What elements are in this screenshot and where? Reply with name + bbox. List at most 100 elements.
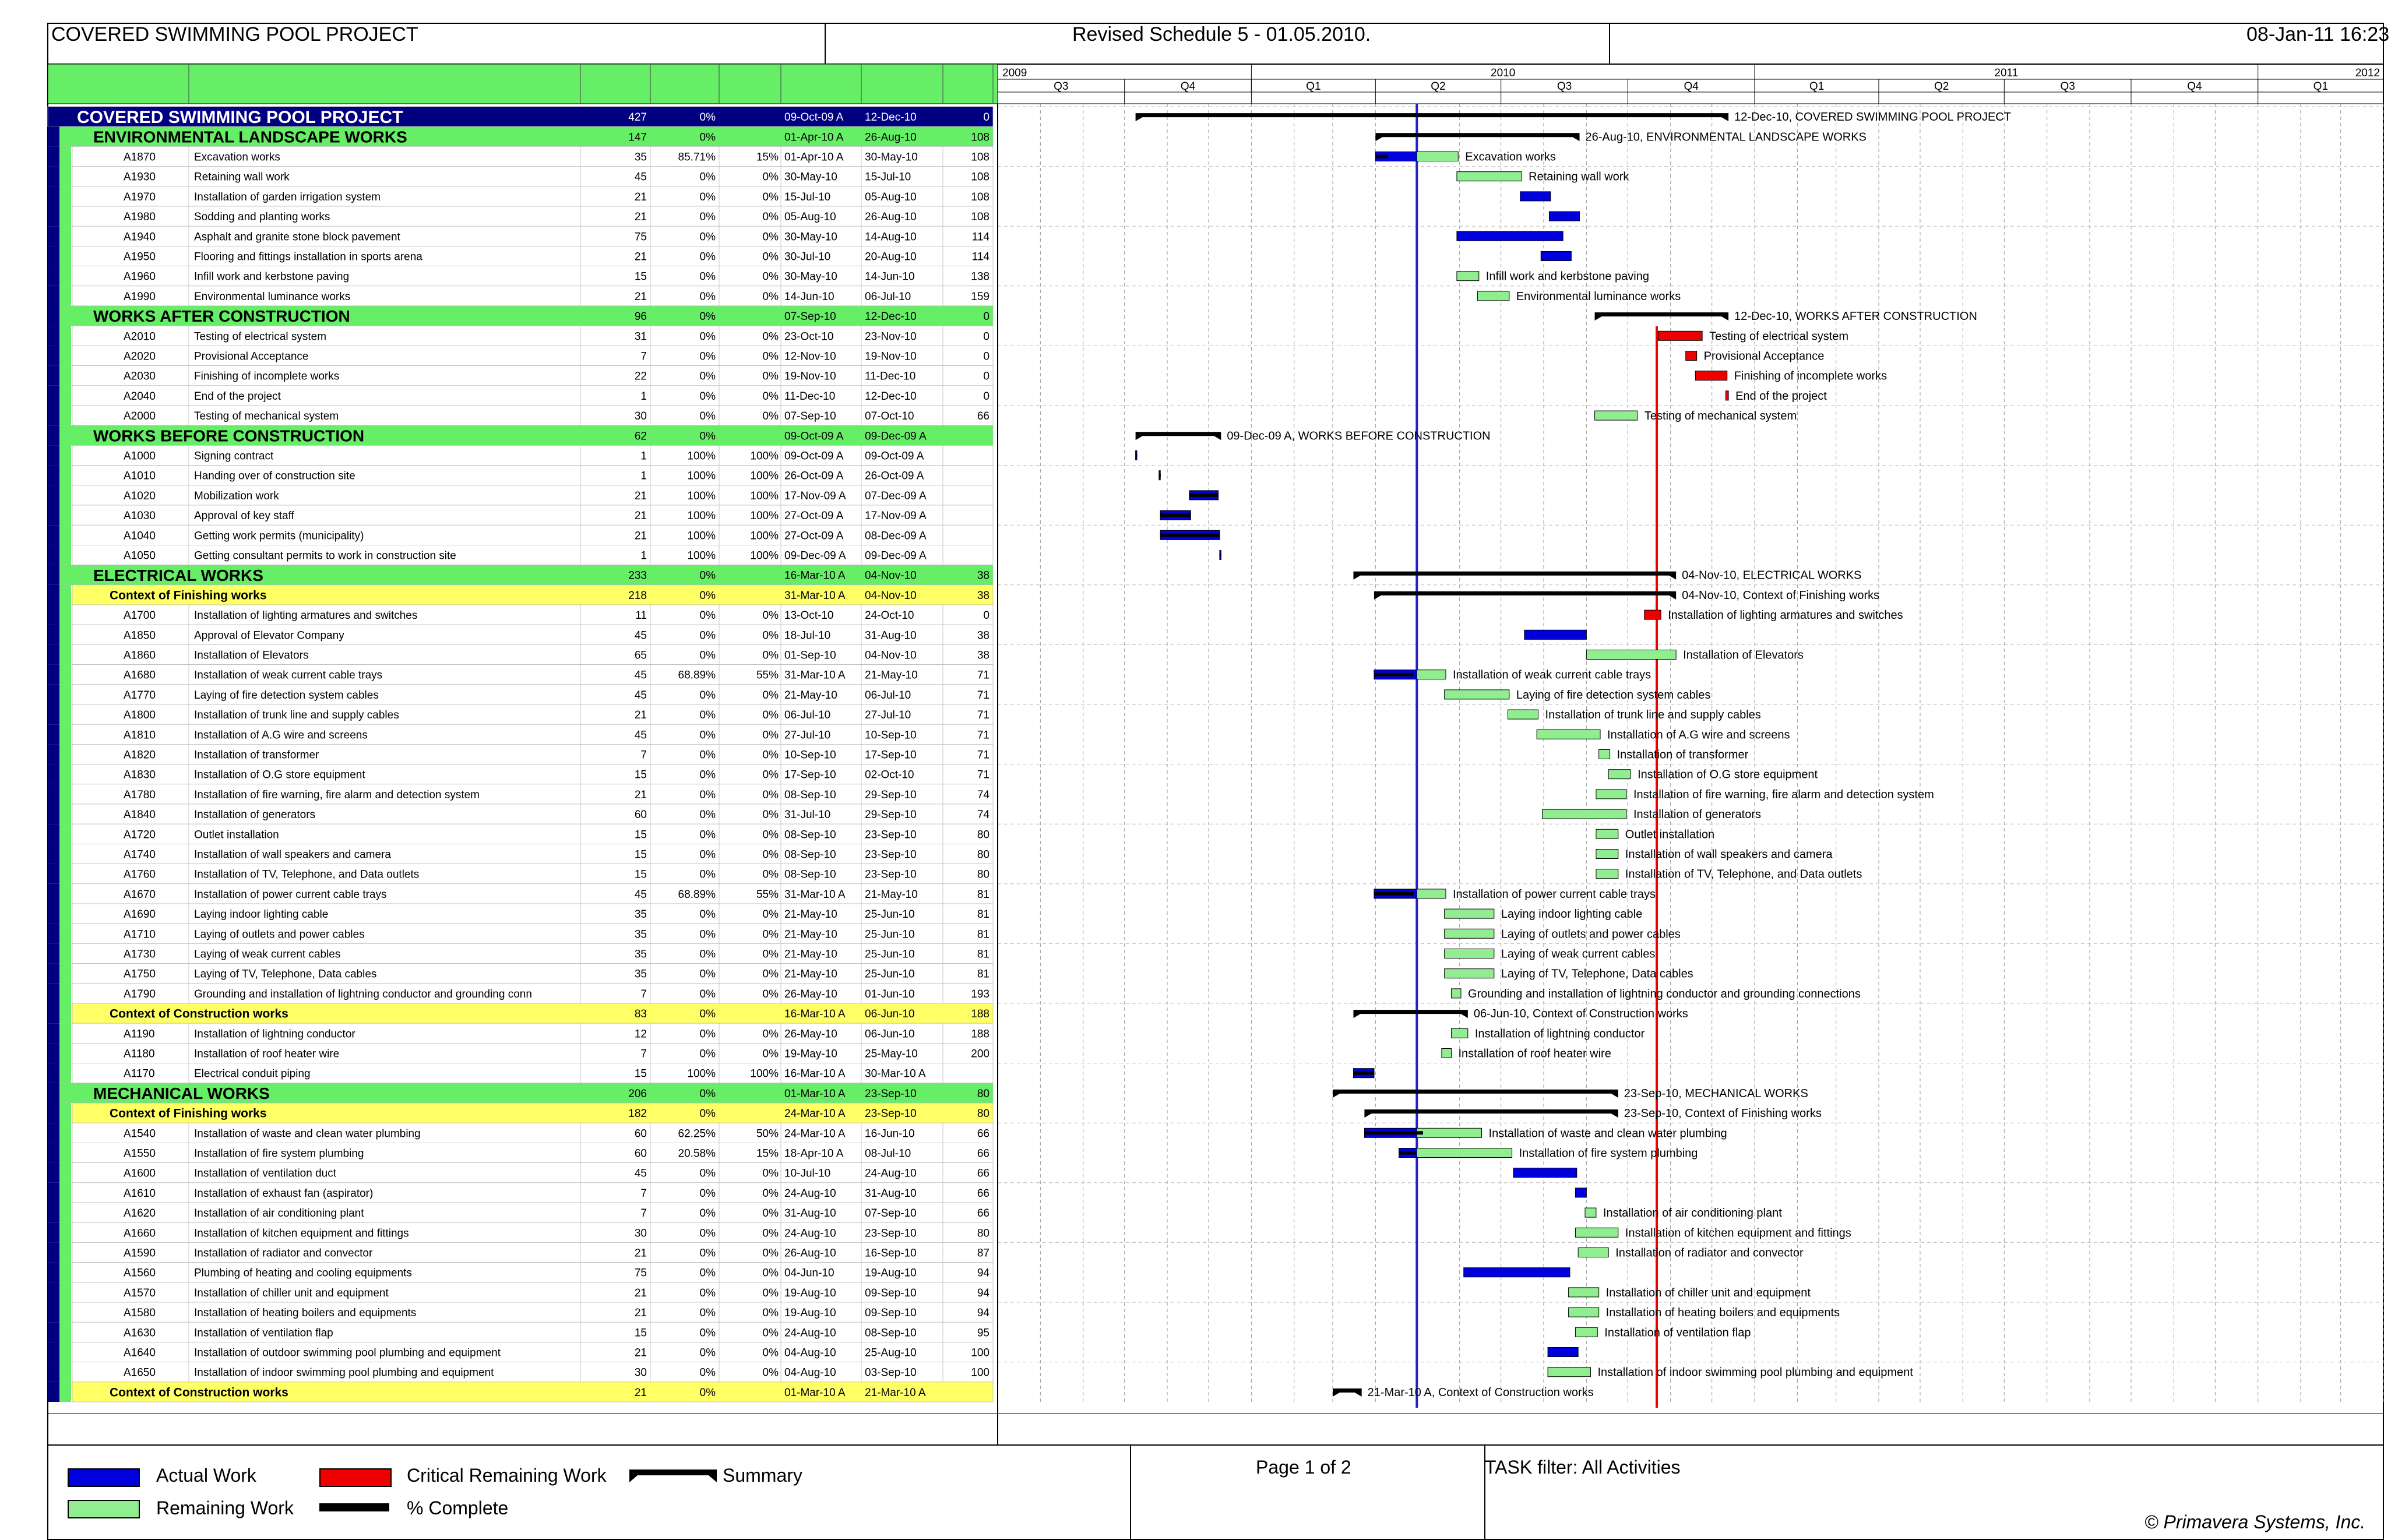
remaining-work-bar (1444, 689, 1510, 700)
activity-name: Installation of power current cable tray… (194, 889, 387, 901)
hierarchy-band (59, 764, 71, 784)
remaining-work-bar (1416, 669, 1446, 680)
bar-label: Laying of TV, Telephone, Data cables (1501, 968, 1693, 981)
activity-id: A1660 (124, 1227, 156, 1239)
hierarchy-band (59, 704, 71, 725)
remaining-work-bar (1477, 291, 1510, 301)
activity-id: A2030 (124, 371, 156, 383)
start-date: 19-Aug-10 (784, 1287, 836, 1299)
actual-work-bar (1375, 151, 1417, 161)
activity-name: Retaining wall work (194, 171, 290, 184)
hierarchy-band (59, 724, 71, 745)
schedule-pct-complete: 0% (700, 949, 716, 961)
finish-date: 24-Oct-10 (865, 609, 914, 622)
hierarchy-band (59, 1222, 71, 1243)
original-duration: 1 (640, 450, 647, 463)
start-date: 04-Jun-10 (784, 1267, 834, 1280)
critical-remaining-bar (1685, 351, 1698, 361)
activity-name: Approval of key staff (194, 510, 295, 522)
start-date: 24-Aug-10 (784, 1187, 836, 1200)
summary-bar-label: 23-Sep-10, MECHANICAL WORKS (1624, 1087, 1808, 1100)
table-row (59, 305, 994, 326)
original-duration: 45 (635, 689, 647, 702)
hierarchy-band (59, 465, 71, 485)
original-duration: 7 (640, 351, 647, 363)
hierarchy-band (48, 1003, 59, 1024)
remaining-work-bar (1444, 908, 1495, 919)
summary-bar (1374, 591, 1677, 600)
hierarchy-band (48, 883, 59, 904)
table-row (72, 704, 994, 725)
finish-date: 24-Aug-10 (865, 1168, 917, 1180)
summary-bar (1332, 1388, 1362, 1397)
legend-label-actual: Actual Work (156, 1465, 256, 1486)
original-duration: 45 (635, 669, 647, 682)
schedule-pct-complete: 0% (700, 1108, 716, 1120)
activity-pct-complete: 0% (763, 908, 779, 921)
total-float: 80 (977, 869, 989, 881)
schedule-pct-complete: 0% (700, 291, 716, 303)
summary-bar-label: 06-Jun-10, Context of Construction works (1474, 1007, 1688, 1020)
total-float: 66 (977, 1187, 989, 1200)
original-duration: 75 (635, 231, 647, 243)
hierarchy-band (59, 1302, 71, 1323)
hierarchy-band (59, 904, 71, 924)
total-float: 74 (977, 809, 990, 821)
summary-bar (1332, 1089, 1618, 1098)
bar-label: Installation of transformer (1617, 749, 1749, 762)
hierarchy-band (59, 963, 71, 984)
hierarchy-band (48, 266, 59, 286)
activity-name: Installation of Elevators (194, 650, 308, 662)
quarter-label: Q3 (1557, 80, 1572, 93)
start-date: 31-Jul-10 (784, 809, 830, 821)
activity-name: Installation of lighting armatures and s… (194, 609, 417, 622)
activity-name: MECHANICAL WORKS (93, 1084, 270, 1102)
table-row (72, 465, 994, 486)
original-duration: 45 (635, 889, 647, 901)
finish-date: 26-Aug-10 (865, 211, 917, 223)
original-duration: 233 (628, 570, 647, 582)
total-float: 66 (977, 1127, 989, 1140)
original-duration: 147 (628, 131, 647, 143)
table-row (72, 823, 994, 844)
finish-date: 14-Aug-10 (865, 231, 917, 243)
schedule-pct-complete: 0% (700, 330, 716, 343)
total-float: 108 (971, 151, 989, 164)
hierarchy-band (59, 266, 71, 286)
table-row (72, 186, 994, 207)
table-row (72, 864, 994, 884)
activity-name: Finishing of incomplete works (194, 371, 339, 383)
total-float: 108 (971, 171, 989, 184)
finish-date: 17-Sep-10 (865, 749, 917, 762)
activity-id: A1010 (124, 470, 156, 482)
activity-name: Infill work and kerbstone paving (194, 271, 349, 283)
bar-label: Installation of indoor swimming pool plu… (1597, 1366, 1913, 1379)
activity-name: Installation of exhaust fan (aspirator) (194, 1187, 373, 1200)
finish-date: 25-Jun-10 (865, 968, 915, 981)
hierarchy-band (48, 206, 59, 227)
activity-pct-complete: 0% (763, 211, 779, 223)
original-duration: 15 (635, 869, 647, 881)
hierarchy-band (59, 545, 71, 565)
finish-date: 30-Mar-10 A (865, 1068, 926, 1080)
activity-pct-complete: 0% (763, 1168, 779, 1180)
total-float: 81 (977, 968, 989, 981)
hierarchy-band (48, 465, 59, 485)
activity-id: A2020 (124, 351, 156, 363)
hierarchy-band (48, 565, 59, 585)
start-date: 01-Mar-10 A (784, 1387, 846, 1399)
total-float: 0 (983, 609, 989, 622)
schedule-pct-complete: 0% (700, 1387, 716, 1399)
activity-name: COVERED SWIMMING POOL PROJECT (77, 108, 403, 127)
activity-pct-complete: 0% (763, 809, 779, 821)
original-duration: 1 (640, 550, 647, 562)
actual-work-bar (1456, 231, 1564, 241)
table-row (47, 106, 994, 127)
pct-complete-bar (1375, 154, 1388, 158)
table-row (59, 1083, 994, 1104)
start-date: 19-Aug-10 (784, 1307, 836, 1319)
schedule-pct-complete: 0% (700, 390, 716, 403)
activity-pct-complete: 0% (763, 1187, 779, 1200)
schedule-pct-complete: 0% (700, 1307, 716, 1319)
activity-name: Context of Finishing works (110, 1107, 267, 1120)
